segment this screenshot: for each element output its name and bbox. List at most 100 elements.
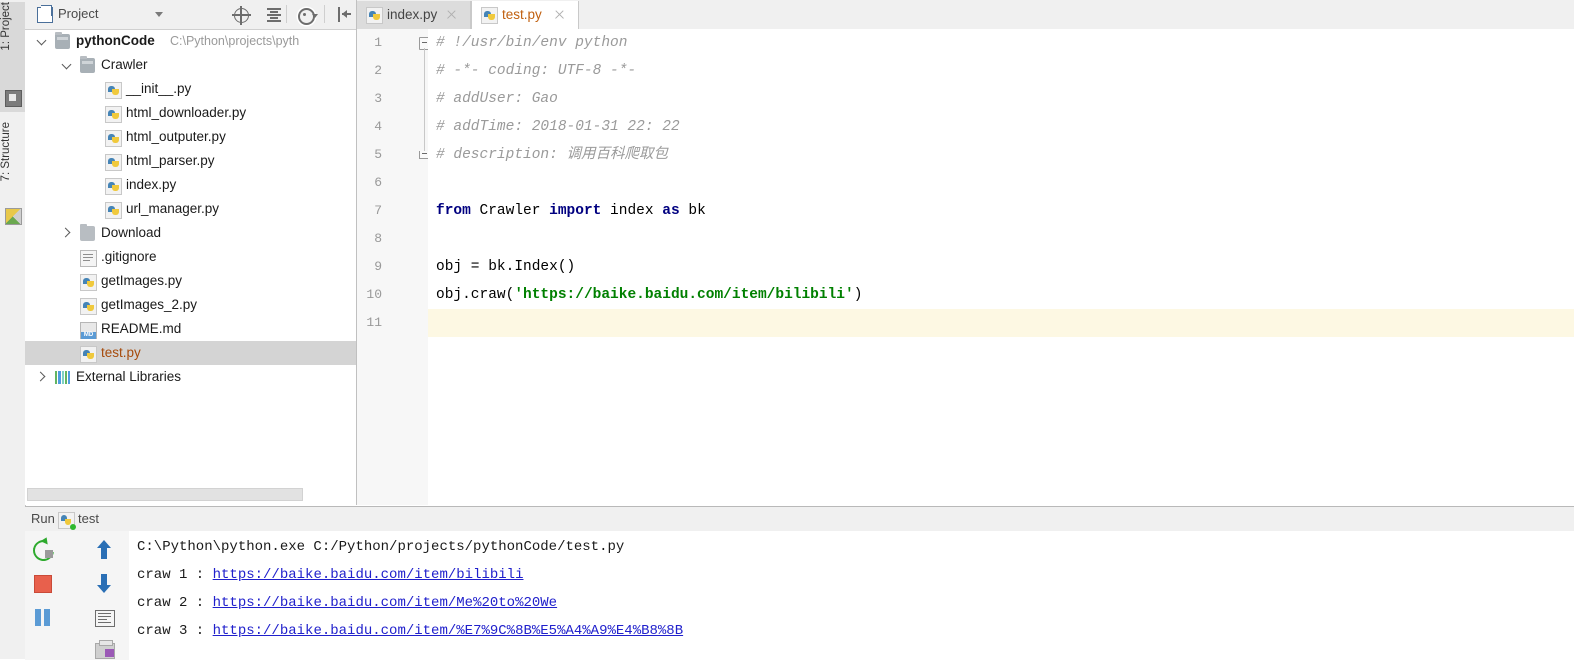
close-icon[interactable] bbox=[446, 9, 457, 20]
console-line: craw 1 : https://baike.baidu.com/item/bi… bbox=[137, 561, 523, 589]
python-file-icon bbox=[105, 130, 122, 147]
code-token: from bbox=[436, 203, 471, 219]
editor-tab-label: test.py bbox=[502, 7, 542, 22]
project-module-icon bbox=[5, 90, 22, 107]
code-line[interactable]: # !/usr/bin/env python bbox=[436, 29, 627, 57]
tree-item-label: Download bbox=[101, 225, 162, 240]
code-token: import bbox=[549, 203, 602, 219]
tree-item-download[interactable]: Download bbox=[25, 221, 356, 245]
sidebar-tab-structure[interactable]: 7: Structure bbox=[0, 122, 25, 230]
structure-icon bbox=[5, 208, 22, 225]
line-number: 1 bbox=[374, 35, 382, 50]
chevron-down-icon[interactable] bbox=[155, 12, 163, 17]
run-panel: Run test C:\Python\python.exe C:/Python/… bbox=[25, 506, 1574, 660]
console-link[interactable]: https://baike.baidu.com/item/Me%20to%20W… bbox=[213, 595, 557, 611]
tree-item-crawler[interactable]: Crawler bbox=[25, 53, 356, 77]
code-token: # !/usr/bin/env python bbox=[436, 35, 628, 51]
tree-item-html-parser-py[interactable]: html_parser.py bbox=[25, 149, 356, 173]
tree-item-path: C:\Python\projects\pyth bbox=[170, 34, 300, 48]
tree-item-getimages-2-py[interactable]: getImages_2.py bbox=[25, 293, 356, 317]
tree-item-init-py[interactable]: __init__.py bbox=[25, 77, 356, 101]
pause-button[interactable] bbox=[28, 603, 58, 633]
toolbar-divider bbox=[286, 5, 287, 23]
project-panel: Project pythonCode C:\Python\projects\pyt… bbox=[25, 0, 357, 505]
tree-item-readme-md[interactable]: README.md bbox=[25, 317, 356, 341]
run-toolbar-right bbox=[85, 531, 130, 660]
code-line[interactable]: # description: 调用百科爬取包 bbox=[436, 141, 668, 169]
print-button[interactable] bbox=[89, 635, 119, 665]
line-number: 11 bbox=[366, 315, 382, 330]
console-text: C:\Python\python.exe C:/Python/projects/… bbox=[137, 539, 625, 555]
tree-item-getimages-py[interactable]: getImages.py bbox=[25, 269, 356, 293]
tree-item-label: __init__.py bbox=[126, 81, 192, 96]
tree-item-label: pythonCode bbox=[76, 33, 155, 48]
code-line[interactable] bbox=[428, 309, 1574, 337]
sidebar-tab-project[interactable]: 1: Project bbox=[0, 2, 25, 112]
folder-open-icon bbox=[80, 55, 95, 73]
tree-item-test-py[interactable]: test.py bbox=[25, 341, 356, 365]
chevron-down-icon[interactable] bbox=[37, 36, 47, 46]
tree-item-html-outputer-py[interactable]: html_outputer.py bbox=[25, 125, 356, 149]
run-panel-header: Run test bbox=[25, 507, 1574, 532]
console-link[interactable]: https://baike.baidu.com/item/%E7%9C%8B%E… bbox=[213, 623, 683, 639]
code-line[interactable]: # addTime: 2018-01-31 22: 22 bbox=[436, 113, 680, 141]
python-file-icon bbox=[80, 346, 97, 363]
target-icon bbox=[232, 6, 251, 25]
code-token: # addTime: 2018-01-31 22: 22 bbox=[436, 119, 680, 135]
rerun-button[interactable] bbox=[28, 535, 59, 566]
tree-item-pythoncode[interactable]: pythonCode C:\Python\projects\pyth bbox=[25, 29, 356, 53]
tree-item-external-libraries[interactable]: External Libraries bbox=[25, 365, 356, 389]
up-stacktrace-button[interactable] bbox=[89, 535, 119, 565]
code-token: ) bbox=[853, 287, 863, 303]
python-file-icon bbox=[80, 298, 97, 315]
chevron-right-icon[interactable] bbox=[37, 372, 47, 382]
console-link[interactable]: https://baike.baidu.com/item/bilibili bbox=[213, 567, 524, 583]
code-line[interactable]: # -*- coding: UTF-8 -*- bbox=[436, 57, 636, 85]
console-text: craw 2 : bbox=[137, 595, 213, 611]
code-token: as bbox=[662, 203, 680, 219]
code-line[interactable]: # addUser: Gao bbox=[436, 85, 558, 113]
libraries-icon bbox=[55, 371, 71, 384]
tree-item-label: index.py bbox=[126, 177, 177, 192]
python-file-icon bbox=[105, 178, 122, 195]
tree-item-label: getImages.py bbox=[101, 273, 183, 288]
run-console-output[interactable]: C:\Python\python.exe C:/Python/projects/… bbox=[129, 531, 1574, 660]
down-stacktrace-button[interactable] bbox=[89, 569, 119, 599]
toolbar-divider bbox=[324, 5, 325, 23]
code-line[interactable]: obj = bk.Index() bbox=[436, 253, 575, 281]
code-line[interactable]: obj.craw('https://baike.baidu.com/item/b… bbox=[436, 281, 862, 309]
editor-gutter[interactable]: 1 2 3 4 5 6 7 8 9 10 11 bbox=[357, 29, 432, 505]
editor-tab-bar: index.py test.py bbox=[357, 0, 1574, 30]
tree-item-html-downloader-py[interactable]: html_downloader.py bbox=[25, 101, 356, 125]
tree-item-label: html_outputer.py bbox=[126, 129, 226, 144]
chevron-down-icon[interactable] bbox=[62, 60, 72, 70]
editor-tab-index-py[interactable]: index.py bbox=[357, 1, 471, 29]
tree-item-index-py[interactable]: index.py bbox=[25, 173, 356, 197]
line-number: 5 bbox=[374, 147, 382, 162]
project-tree-hscrollbar[interactable] bbox=[25, 488, 356, 501]
code-line[interactable]: from Crawler import index as bk bbox=[436, 197, 706, 225]
hide-panel-button[interactable] bbox=[334, 5, 354, 24]
code-token: index bbox=[601, 203, 663, 219]
soft-wrap-icon bbox=[95, 610, 115, 627]
project-tree[interactable]: pythonCode C:\Python\projects\pyth Crawler… bbox=[25, 29, 356, 489]
python-file-icon bbox=[80, 274, 97, 291]
tree-item-gitignore[interactable]: .gitignore bbox=[25, 245, 356, 269]
tree-item-url-manager-py[interactable]: url_manager.py bbox=[25, 197, 356, 221]
stop-button[interactable] bbox=[28, 569, 58, 599]
editor-code-area[interactable]: # !/usr/bin/env python # -*- coding: UTF-… bbox=[428, 29, 1574, 505]
scrollbar-thumb[interactable] bbox=[27, 488, 303, 501]
tree-item-label: html_downloader.py bbox=[126, 105, 247, 120]
locate-in-tree-button[interactable] bbox=[231, 5, 251, 25]
close-icon[interactable] bbox=[554, 9, 565, 20]
code-token: # -*- coding: UTF-8 -*- bbox=[436, 63, 637, 79]
settings-button[interactable] bbox=[297, 5, 318, 25]
soft-wrap-button[interactable] bbox=[89, 603, 119, 633]
chevron-right-icon[interactable] bbox=[62, 228, 72, 238]
pause-icon bbox=[35, 609, 51, 626]
python-file-icon bbox=[366, 7, 383, 24]
console-line: craw 2 : https://baike.baidu.com/item/Me… bbox=[137, 589, 557, 617]
editor-tab-test-py[interactable]: test.py bbox=[471, 1, 579, 30]
collapse-all-button[interactable] bbox=[264, 5, 284, 24]
folder-icon bbox=[80, 223, 95, 241]
